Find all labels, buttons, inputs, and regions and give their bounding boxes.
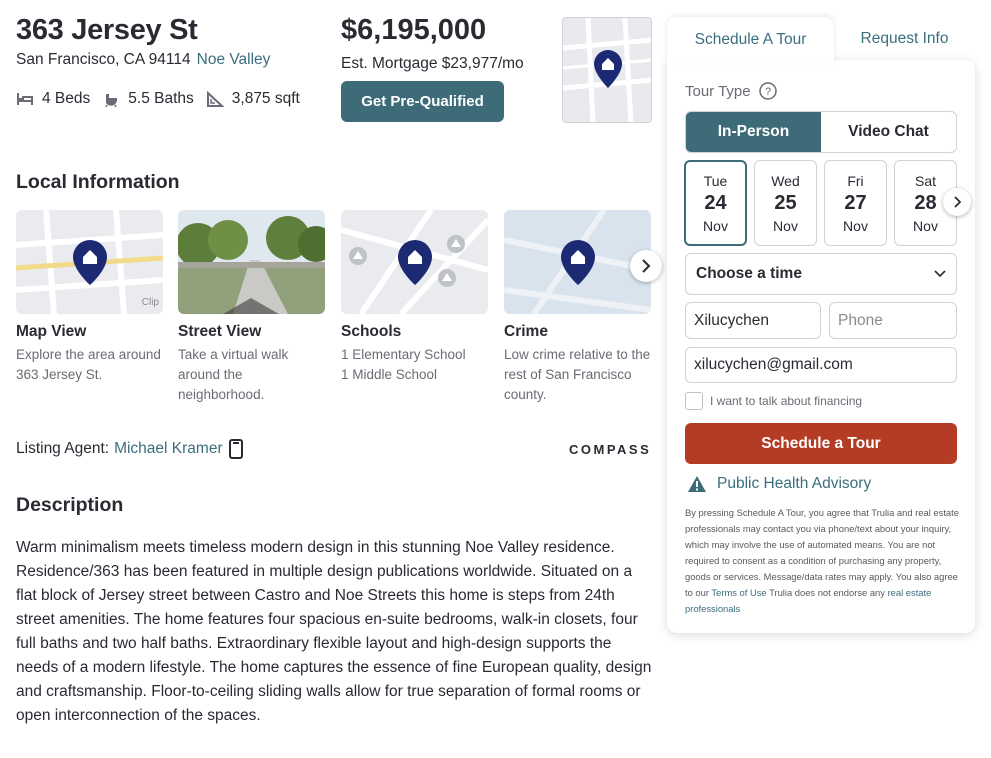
listing-facts: 4 Beds 5.5 Baths 3,875 sqft (16, 90, 312, 108)
day-number: 28 (914, 191, 937, 214)
day-of-week: Tue (703, 172, 728, 189)
date-option[interactable]: Tue 24 Nov (684, 160, 747, 246)
day-number: 24 (704, 191, 727, 214)
card-title: Crime (504, 323, 548, 340)
help-icon[interactable]: ? (758, 82, 777, 100)
day-month: Nov (843, 217, 868, 234)
phone-icon[interactable] (228, 439, 243, 459)
financing-checkbox[interactable] (685, 392, 703, 410)
date-option[interactable]: Fri 27 Nov (824, 160, 887, 246)
svg-text:?: ? (765, 86, 771, 98)
local-info-heading: Local Information (16, 171, 180, 193)
agent-name-link[interactable]: Michael Kramer (114, 440, 223, 458)
financing-label: I want to talk about financing (710, 394, 863, 408)
street-view-thumbnail (178, 210, 325, 314)
beds-fact: 4 Beds (16, 90, 90, 108)
tab-request-info[interactable]: Request Info (834, 17, 975, 61)
phone-input[interactable] (829, 302, 957, 339)
financing-checkbox-row[interactable]: I want to talk about financing (685, 392, 862, 410)
card-desc: Low crime relative to the rest of San Fr… (504, 347, 651, 402)
neighborhood-link[interactable]: Noe Valley (197, 51, 271, 68)
time-select-value: Choose a time (696, 265, 802, 282)
description-text: Warm minimalism meets timeless modern de… (16, 539, 652, 724)
bath-icon (105, 94, 118, 107)
terms-of-use-link[interactable]: Terms of Use (711, 587, 766, 598)
listing-price: $6,195,000 (341, 14, 487, 46)
card-title: Schools (341, 323, 402, 340)
listing-city: San Francisco, CA 94114 Noe Valley (16, 51, 270, 69)
day-number: 25 (774, 191, 797, 214)
beds-label: 4 Beds (42, 90, 91, 107)
date-option[interactable]: Wed 25 Nov (754, 160, 817, 246)
day-of-week: Fri (847, 172, 864, 189)
tour-type-label: Tour Type ? (685, 82, 777, 100)
card-map-view[interactable]: Clip Map View Explore the area around 36… (16, 210, 163, 385)
chevron-down-icon (934, 270, 946, 278)
mini-map[interactable] (562, 17, 652, 123)
day-of-week: Wed (771, 172, 800, 189)
card-desc: Take a virtual walk around the neighborh… (178, 347, 289, 402)
city-state-zip: San Francisco, CA 94114 (16, 51, 191, 68)
schedule-tour-button[interactable]: Schedule a Tour (685, 423, 957, 464)
ruler-icon (206, 91, 224, 107)
dates-next-button[interactable] (943, 188, 971, 216)
email-input[interactable] (685, 347, 957, 383)
card-desc: 1 Elementary School 1 Middle School (341, 347, 466, 382)
legal-text-2: Trulia does not endorse any (769, 587, 885, 598)
listing-address: 363 Jersey St (16, 14, 198, 46)
card-title: Map View (16, 323, 87, 340)
sqft-fact: 3,875 sqft (206, 90, 300, 108)
sqft-label: 3,875 sqft (231, 90, 300, 107)
chevron-right-icon (954, 196, 962, 208)
legal-disclaimer: By pressing Schedule A Tour, you agree t… (685, 505, 960, 617)
advisory-link[interactable]: Public Health Advisory (717, 475, 871, 493)
public-health-advisory[interactable]: Public Health Advisory (687, 475, 871, 493)
day-month: Nov (773, 217, 798, 234)
legal-text-1: By pressing Schedule A Tour, you agree t… (685, 507, 959, 598)
in-person-option[interactable]: In-Person (686, 112, 821, 152)
day-month: Nov (913, 217, 938, 234)
name-input[interactable] (685, 302, 821, 339)
map-view-thumbnail: Clip (16, 210, 163, 314)
card-schools[interactable]: Schools 1 Elementary School 1 Middle Sch… (341, 210, 488, 385)
card-crime[interactable]: Crime Low crime relative to the rest of … (504, 210, 651, 405)
tour-type-text: Tour Type (685, 82, 751, 100)
mini-map-graphic (563, 18, 651, 122)
day-number: 27 (844, 191, 867, 214)
card-street-view[interactable]: Street View Take a virtual walk around t… (178, 210, 325, 405)
bed-icon (17, 93, 33, 105)
warning-icon (688, 476, 706, 492)
description-heading: Description (16, 494, 124, 516)
tour-type-toggle: In-Person Video Chat (685, 111, 957, 153)
day-of-week: Sat (914, 172, 936, 189)
crime-thumbnail (504, 210, 651, 314)
time-select[interactable]: Choose a time (685, 253, 957, 295)
local-info-next-button[interactable] (630, 250, 662, 282)
card-title: Street View (178, 323, 262, 340)
baths-label: 5.5 Baths (128, 90, 194, 107)
brokerage-logo: COMPASS (569, 442, 652, 457)
get-prequalified-button[interactable]: Get Pre-Qualified (341, 81, 504, 122)
listing-agent: Listing Agent: Michael Kramer (16, 439, 243, 459)
day-month: Nov (703, 217, 728, 234)
video-chat-option[interactable]: Video Chat (821, 112, 956, 152)
schools-thumbnail (341, 210, 488, 314)
map-clip-label: Clip (141, 297, 159, 308)
tab-schedule-tour[interactable]: Schedule A Tour (667, 17, 834, 63)
chevron-right-icon (642, 259, 651, 273)
agent-label: Listing Agent: (16, 440, 110, 457)
est-mortgage[interactable]: Est. Mortgage $23,977/mo (341, 55, 524, 73)
baths-fact: 5.5 Baths (102, 90, 194, 108)
card-desc: Explore the area around 363 Jersey St. (16, 347, 161, 382)
